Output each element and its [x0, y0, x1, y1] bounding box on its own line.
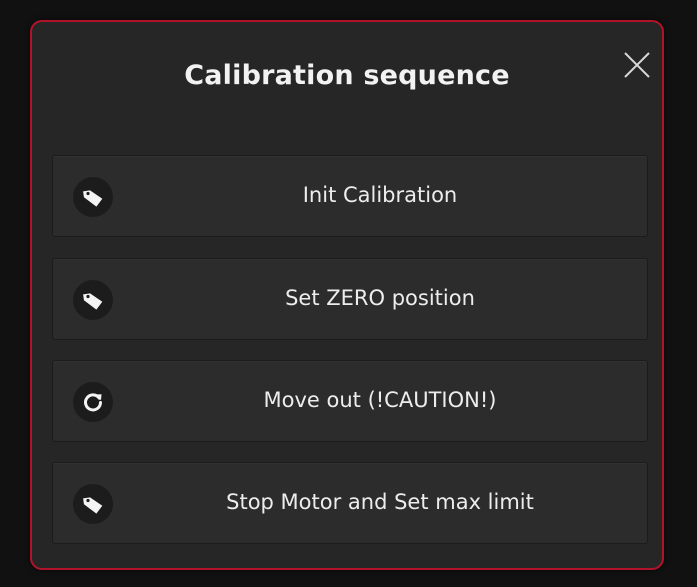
- tag-icon: [73, 280, 113, 320]
- tag-icon: [73, 177, 113, 217]
- close-button[interactable]: [620, 48, 654, 82]
- action-label: Move out (!CAUTION!): [263, 388, 497, 412]
- close-icon: [624, 52, 650, 78]
- action-label: Init Calibration: [302, 183, 458, 207]
- init-calibration-button[interactable]: Init Calibration: [52, 155, 648, 237]
- action-label: Stop Motor and Set max limit: [226, 490, 534, 514]
- stop-motor-set-max-limit-button[interactable]: Stop Motor and Set max limit: [52, 462, 648, 544]
- set-zero-position-button[interactable]: Set ZERO position: [52, 258, 648, 340]
- refresh-icon: [73, 382, 113, 422]
- move-out-button[interactable]: Move out (!CAUTION!): [52, 360, 648, 442]
- action-label: Set ZERO position: [285, 286, 475, 310]
- tag-icon: [73, 484, 113, 524]
- dialog-title: Calibration sequence: [184, 60, 510, 91]
- calibration-dialog: Calibration sequence Init Calibration Se…: [30, 20, 664, 570]
